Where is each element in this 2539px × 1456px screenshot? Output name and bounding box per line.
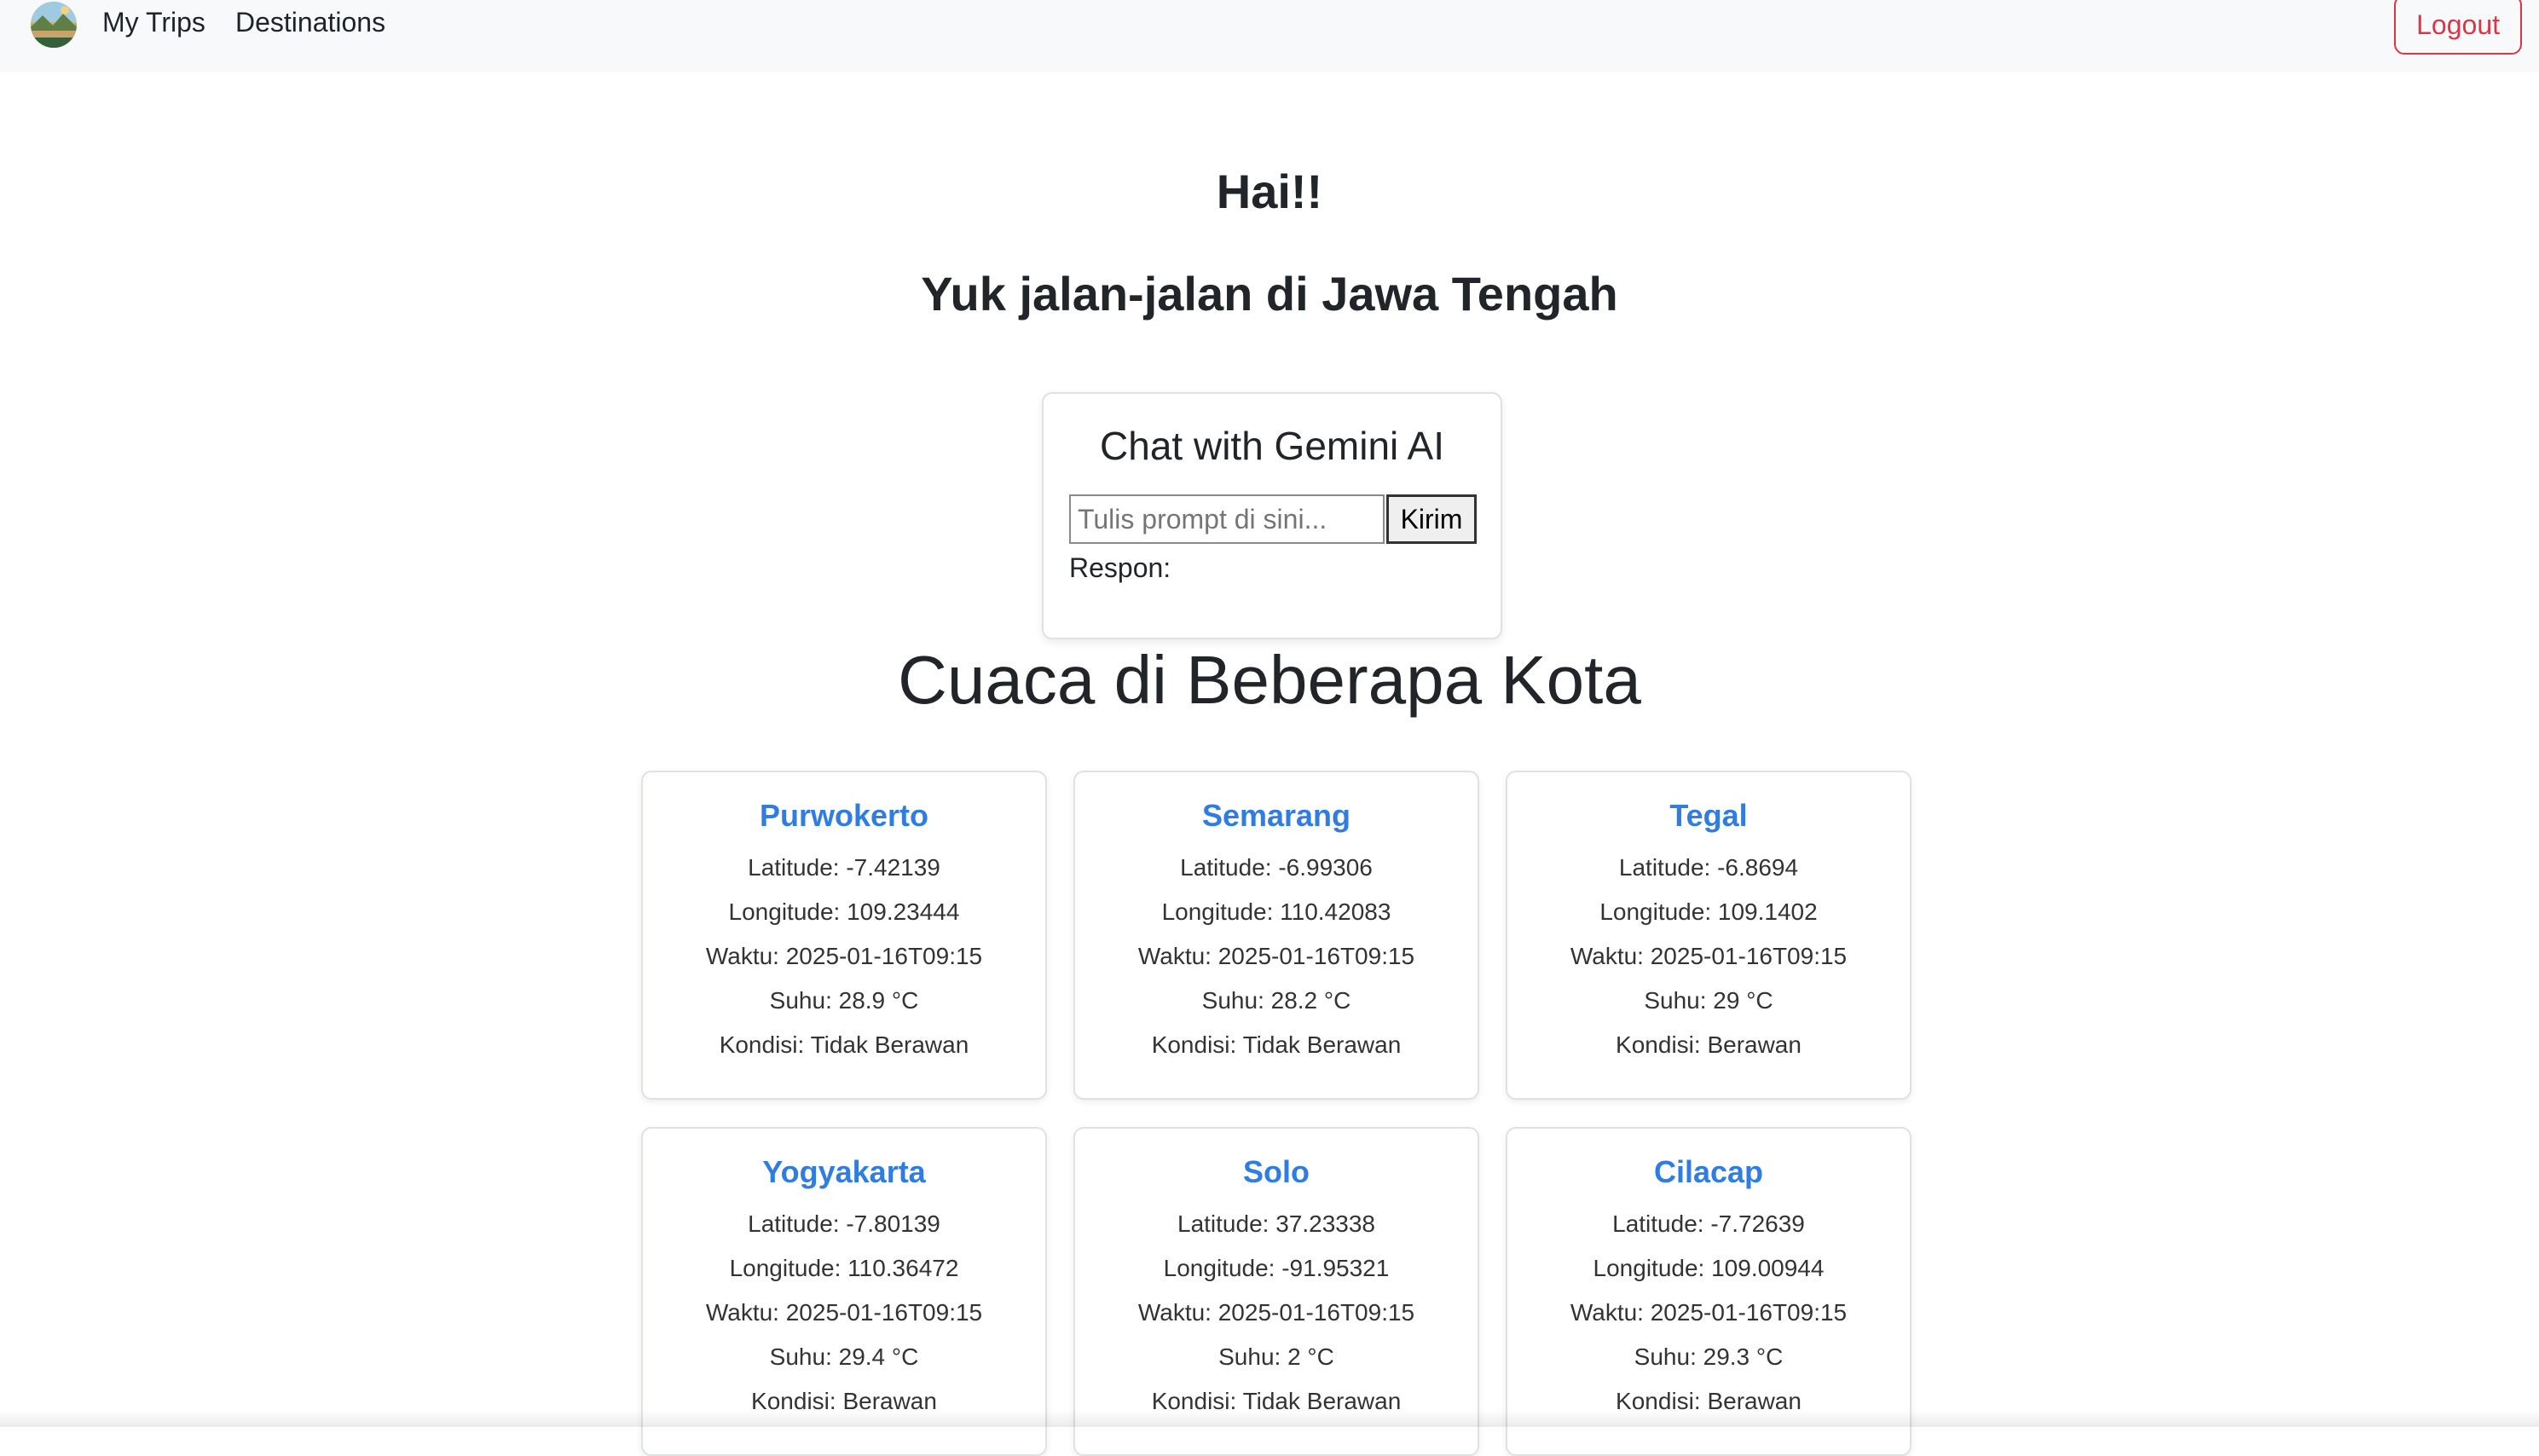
city-condition: Kondisi: Tidak Berawan (1151, 1031, 1402, 1058)
city-name[interactable]: Semarang (1075, 798, 1478, 834)
response-label: Respon: (1069, 552, 1171, 583)
navbar: My Trips Destinations Logout (0, 0, 2539, 70)
weather-card-semarang: Semarang Latitude: -6.99306 Longitude: 1… (1073, 771, 1479, 1100)
send-button[interactable]: Kirim (1386, 494, 1477, 544)
city-name[interactable]: Yogyakarta (643, 1154, 1045, 1190)
city-latitude: Latitude: -7.80139 (748, 1210, 940, 1237)
weather-section-title: Cuaca di Beberapa Kota (898, 642, 1641, 718)
city-temperature: Suhu: 29 °C (1644, 987, 1773, 1014)
city-longitude: Longitude: 109.1402 (1599, 898, 1818, 925)
chat-title: Chat with Gemini AI (1100, 424, 1444, 468)
city-name[interactable]: Purwokerto (643, 798, 1045, 834)
city-latitude: Latitude: 37.23338 (1177, 1210, 1375, 1237)
weather-card-cilacap: Cilacap Latitude: -7.72639 Longitude: 10… (1506, 1127, 1911, 1456)
city-latitude: Latitude: -6.8694 (1618, 854, 1799, 881)
greeting-heading: Hai!! (1216, 165, 1323, 218)
weather-card-grid: Purwokerto Latitude: -7.42139 Longitude:… (641, 771, 1911, 1456)
city-condition: Kondisi: Tidak Berawan (719, 1031, 969, 1058)
weather-card-tegal: Tegal Latitude: -6.8694 Longitude: 109.1… (1506, 771, 1911, 1100)
city-latitude: Latitude: -7.42139 (748, 854, 940, 881)
city-longitude: Longitude: 109.00944 (1593, 1255, 1825, 1281)
city-temperature: Suhu: 28.2 °C (1201, 987, 1351, 1014)
city-time: Waktu: 2025-01-16T09:15 (1570, 943, 1848, 969)
city-longitude: Longitude: 110.36472 (729, 1255, 959, 1281)
city-time: Waktu: 2025-01-16T09:15 (1570, 1299, 1848, 1326)
logout-button[interactable]: Logout (2394, 0, 2522, 55)
weather-card-yogyakarta: Yogyakarta Latitude: -7.80139 Longitude:… (641, 1127, 1047, 1456)
city-name[interactable]: Tegal (1507, 798, 1910, 834)
city-time: Waktu: 2025-01-16T09:15 (705, 1299, 983, 1326)
city-temperature: Suhu: 29.4 °C (769, 1343, 919, 1370)
city-temperature: Suhu: 2 °C (1218, 1343, 1334, 1370)
city-longitude: Longitude: -91.95321 (1163, 1255, 1390, 1281)
city-latitude: Latitude: -7.72639 (1612, 1210, 1805, 1237)
city-time: Waktu: 2025-01-16T09:15 (1137, 943, 1415, 969)
chat-card: Chat with Gemini AI Kirim Respon: (1042, 392, 1502, 639)
subtitle-heading: Yuk jalan-jalan di Jawa Tengah (921, 267, 1618, 321)
nav-link-destinations[interactable]: Destinations (235, 7, 385, 38)
scroll-shadow (0, 1410, 2539, 1427)
weather-card-solo: Solo Latitude: 37.23338 Longitude: -91.9… (1073, 1127, 1479, 1456)
trip-logo-icon[interactable] (31, 2, 77, 48)
city-temperature: Suhu: 28.9 °C (769, 987, 919, 1014)
city-longitude: Longitude: 110.42083 (1161, 898, 1391, 925)
city-condition: Kondisi: Berawan (1616, 1031, 1802, 1058)
weather-card-purwokerto: Purwokerto Latitude: -7.42139 Longitude:… (641, 771, 1047, 1100)
city-name[interactable]: Cilacap (1507, 1154, 1910, 1190)
prompt-input[interactable] (1069, 494, 1385, 544)
city-temperature: Suhu: 29.3 °C (1634, 1343, 1784, 1370)
city-time: Waktu: 2025-01-16T09:15 (1137, 1299, 1415, 1326)
nav-link-my-trips[interactable]: My Trips (102, 7, 205, 38)
city-name[interactable]: Solo (1075, 1154, 1478, 1190)
city-longitude: Longitude: 109.23444 (728, 898, 960, 925)
city-latitude: Latitude: -6.99306 (1180, 854, 1373, 881)
city-time: Waktu: 2025-01-16T09:15 (705, 943, 983, 969)
